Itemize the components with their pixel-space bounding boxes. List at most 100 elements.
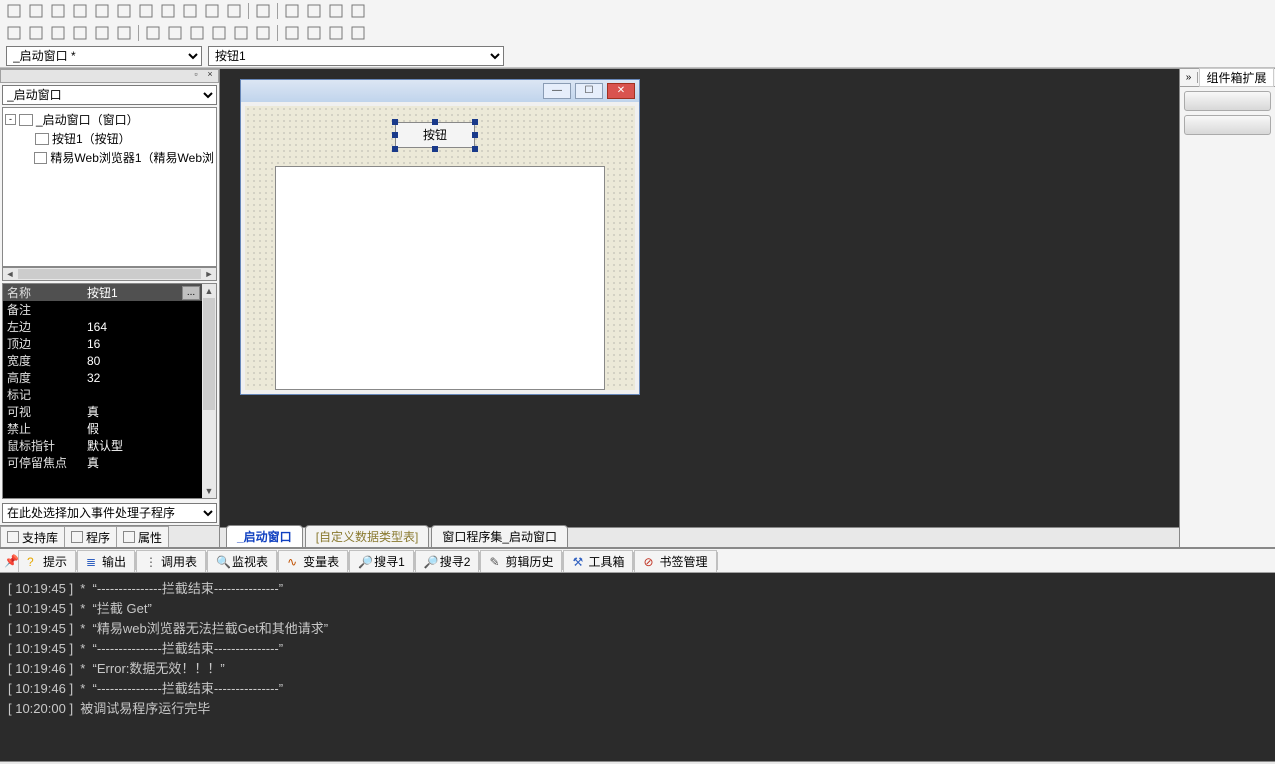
- resize-handle[interactable]: [432, 119, 438, 125]
- prop-row[interactable]: 鼠标指针默认型: [3, 437, 202, 454]
- prop-header-val[interactable]: 按钮1: [81, 284, 182, 301]
- prop-value[interactable]: 假: [81, 420, 202, 437]
- maximize-button[interactable]: ☐: [575, 83, 603, 99]
- prop-browse-button[interactable]: ...: [182, 286, 200, 300]
- prop-vscroll[interactable]: ▲ ▼: [202, 284, 216, 498]
- prop-value[interactable]: 80: [81, 354, 202, 368]
- tree-node-child[interactable]: 按钮1（按钮）: [5, 129, 214, 148]
- form-designer[interactable]: — ☐ ✕ 按钮: [220, 69, 1179, 527]
- panel-pin-icon[interactable]: ▫: [190, 70, 202, 82]
- prop-value[interactable]: 164: [81, 320, 202, 334]
- align-r-button[interactable]: [48, 1, 68, 21]
- c-button[interactable]: [70, 23, 90, 43]
- tree-collapse-icon[interactable]: -: [5, 114, 16, 125]
- bottom-tab-1[interactable]: ≣输出: [77, 550, 135, 572]
- prop-row[interactable]: 左边164: [3, 318, 202, 335]
- object-combo[interactable]: 按钮1: [208, 46, 504, 66]
- j-button[interactable]: [231, 23, 251, 43]
- scroll-down-icon[interactable]: ▼: [202, 484, 216, 498]
- property-grid[interactable]: 名称按钮1...备注左边164顶边16宽度80高度32标记可视真禁止假鼠标指针默…: [2, 283, 217, 499]
- hgap-button[interactable]: [114, 1, 134, 21]
- prop-row[interactable]: 备注: [3, 301, 202, 318]
- resize-handle[interactable]: [472, 132, 478, 138]
- bottom-tab-7[interactable]: ✎剪辑历史: [480, 550, 562, 572]
- bottom-tab-9[interactable]: ⊘书签管理: [634, 550, 716, 572]
- scroll-right-icon[interactable]: ►: [202, 268, 216, 280]
- output-console[interactable]: [ 10:19:45 ] * “---------------拦截结束-----…: [0, 573, 1275, 761]
- o-button[interactable]: [348, 23, 368, 43]
- grid-button[interactable]: [4, 1, 24, 21]
- l-button[interactable]: [282, 23, 302, 43]
- left-tab-lib[interactable]: 支持库: [0, 526, 65, 547]
- tbl-button[interactable]: [4, 23, 24, 43]
- minimize-button[interactable]: —: [543, 83, 571, 99]
- n-button[interactable]: [326, 23, 346, 43]
- scroll-thumb[interactable]: [18, 269, 201, 279]
- run-button[interactable]: [253, 1, 273, 21]
- align-t-button[interactable]: [70, 1, 90, 21]
- toolbox-item[interactable]: [1184, 115, 1271, 135]
- scroll-left-icon[interactable]: ◄: [3, 268, 17, 280]
- left-tab-prop[interactable]: 属性: [116, 526, 169, 547]
- panel-close-icon[interactable]: ×: [204, 70, 216, 82]
- close-button[interactable]: ✕: [607, 83, 635, 99]
- pin-icon[interactable]: 📌: [4, 554, 18, 568]
- f-button[interactable]: [143, 23, 163, 43]
- h-button[interactable]: [187, 23, 207, 43]
- tree-hscroll[interactable]: ◄ ►: [2, 267, 217, 281]
- toolbox-item[interactable]: [1184, 91, 1271, 111]
- prop-value[interactable]: 默认型: [81, 437, 202, 454]
- left-tab-prog[interactable]: 程序: [64, 526, 117, 547]
- file-combo[interactable]: _启动窗口 *: [6, 46, 202, 66]
- scroll-up-icon[interactable]: ▲: [202, 284, 216, 298]
- bottom-tab-2[interactable]: ⋮调用表: [136, 550, 206, 572]
- prop-value[interactable]: 真: [81, 403, 202, 420]
- design-button[interactable]: 按钮: [395, 122, 475, 148]
- design-webbrowser[interactable]: [275, 166, 605, 390]
- win2-button[interactable]: [304, 1, 324, 21]
- bottom-tab-6[interactable]: 🔎搜寻2: [415, 550, 480, 572]
- resize-handle[interactable]: [392, 146, 398, 152]
- e-button[interactable]: [114, 23, 134, 43]
- toolbox-expand-icon[interactable]: »: [1180, 72, 1198, 83]
- align-b-button[interactable]: [92, 1, 112, 21]
- scroll-thumb[interactable]: [203, 298, 215, 410]
- component-tree[interactable]: - _启动窗口（窗口） 按钮1（按钮） 精易Web浏览器1（精易Web浏: [2, 107, 217, 267]
- editor-tab[interactable]: _启动窗口: [226, 525, 303, 547]
- win3-button[interactable]: [326, 1, 346, 21]
- resize-handle[interactable]: [472, 119, 478, 125]
- prop-row[interactable]: 可停留焦点真: [3, 454, 202, 471]
- d-button[interactable]: [92, 23, 112, 43]
- form-body[interactable]: 按钮: [245, 106, 635, 390]
- same-w-button[interactable]: [158, 1, 178, 21]
- bottom-tab-3[interactable]: 🔍监视表: [207, 550, 277, 572]
- same-h-button[interactable]: [180, 1, 200, 21]
- event-handler-combo[interactable]: 在此处选择加入事件处理子程序: [2, 503, 217, 523]
- win1-button[interactable]: [282, 1, 302, 21]
- win4-button[interactable]: [348, 1, 368, 21]
- align-l-button[interactable]: [26, 1, 46, 21]
- m-button[interactable]: [304, 23, 324, 43]
- prop-row[interactable]: 宽度80: [3, 352, 202, 369]
- resize-handle[interactable]: [392, 132, 398, 138]
- center-h-button[interactable]: [202, 1, 222, 21]
- vgap-button[interactable]: [136, 1, 156, 21]
- resize-handle[interactable]: [392, 119, 398, 125]
- i-button[interactable]: [209, 23, 229, 43]
- editor-tab[interactable]: [自定义数据类型表]: [305, 525, 430, 547]
- tree-node-root[interactable]: - _启动窗口（窗口）: [5, 110, 214, 129]
- center-v-button[interactable]: [224, 1, 244, 21]
- prop-row[interactable]: 禁止假: [3, 420, 202, 437]
- prop-row[interactable]: 高度32: [3, 369, 202, 386]
- prop-row[interactable]: 顶边16: [3, 335, 202, 352]
- prop-value[interactable]: 真: [81, 454, 202, 471]
- prop-value[interactable]: 32: [81, 371, 202, 385]
- a-button[interactable]: [26, 23, 46, 43]
- bottom-tab-8[interactable]: ⚒工具箱: [563, 550, 633, 572]
- b-button[interactable]: [48, 23, 68, 43]
- design-form-window[interactable]: — ☐ ✕ 按钮: [240, 79, 640, 395]
- tree-node-child[interactable]: 精易Web浏览器1（精易Web浏: [5, 148, 214, 167]
- bottom-tab-4[interactable]: ∿变量表: [278, 550, 348, 572]
- g-button[interactable]: [165, 23, 185, 43]
- prop-value[interactable]: 16: [81, 337, 202, 351]
